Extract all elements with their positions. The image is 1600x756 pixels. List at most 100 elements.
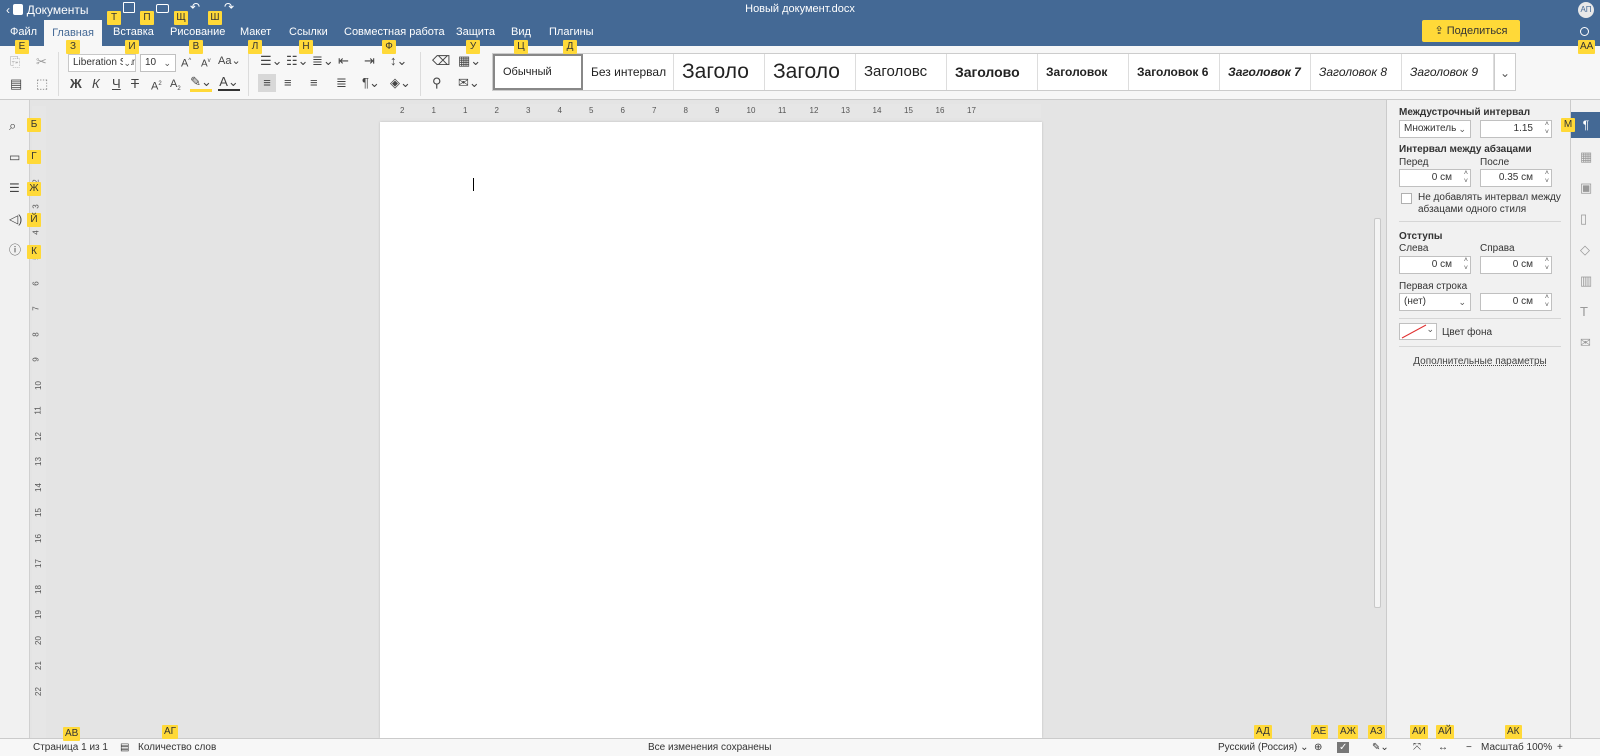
textart-settings-icon[interactable]: T xyxy=(1580,303,1588,321)
right-indent-input[interactable]: 0 см ˄ ˅ xyxy=(1480,256,1552,274)
share-button[interactable]: ⇪ Поделиться xyxy=(1422,20,1520,42)
spinner-icon[interactable]: ˄ ˅ xyxy=(1545,121,1549,137)
shape-settings-icon[interactable]: ◇ xyxy=(1580,241,1590,259)
spellcheck-icon[interactable]: ✓ xyxy=(1337,742,1350,753)
numbered-list-icon[interactable]: ☷⌄ xyxy=(286,52,309,70)
font-name-select[interactable]: Liberation Sans ⌄ xyxy=(68,54,136,72)
style-heading-7[interactable]: Заголовок 7 xyxy=(1220,54,1311,90)
spacing-after-input[interactable]: 0.35 см ˄ ˅ xyxy=(1480,169,1552,187)
info-icon[interactable]: ⓘ xyxy=(9,241,21,259)
menu-tab-collaboration[interactable]: Совместная работа xyxy=(344,26,445,38)
background-color-picker[interactable]: ⌄ xyxy=(1399,323,1437,340)
nonprinting-chars-icon[interactable]: ¶⌄ xyxy=(362,74,380,92)
spacing-before-input[interactable]: 0 см ˄ ˅ xyxy=(1399,169,1471,187)
document-page[interactable] xyxy=(380,122,1042,738)
line-spacing-input[interactable]: 1.15 ˄ ˅ xyxy=(1480,120,1552,138)
style-heading-5[interactable]: Заголовок xyxy=(1038,54,1129,90)
image-settings-icon[interactable]: ▣ xyxy=(1580,179,1592,197)
style-heading-4[interactable]: Заголово xyxy=(947,54,1038,90)
text-language[interactable]: Русский (Россия) ⌄ xyxy=(1218,742,1309,753)
fit-page-icon[interactable]: ⤧ xyxy=(1413,742,1421,753)
copy-icon[interactable]: ⎘ xyxy=(10,53,20,71)
style-normal[interactable]: Обычный xyxy=(493,54,583,90)
page-count[interactable]: Страница 1 из 1 xyxy=(33,742,108,753)
advanced-settings-link[interactable]: Дополнительные параметры xyxy=(1399,356,1561,367)
left-indent-input[interactable]: 0 см ˄ ˅ xyxy=(1399,256,1471,274)
document-language-icon[interactable]: ⊕ xyxy=(1314,742,1322,753)
style-heading-9[interactable]: Заголовок 9 xyxy=(1402,54,1494,90)
user-avatar[interactable]: АП xyxy=(1578,2,1594,18)
first-line-input[interactable]: 0 см ˄ ˅ xyxy=(1480,293,1552,311)
word-count[interactable]: Количество слов xyxy=(138,742,216,753)
align-justify-icon[interactable]: ≣ xyxy=(336,74,347,92)
increase-font-icon[interactable]: A^ xyxy=(181,52,191,73)
quick-print-icon[interactable] xyxy=(156,4,169,13)
speech-icon[interactable]: ◁) xyxy=(9,210,22,228)
align-left-icon[interactable]: ≡ xyxy=(258,74,276,92)
back-to-documents-button[interactable]: ‹ Документы xyxy=(6,3,89,17)
font-size-select[interactable]: 10 ⌄ xyxy=(140,54,176,72)
highlight-icon[interactable]: ✎⌄ xyxy=(190,75,212,92)
bullet-list-icon[interactable]: ☰⌄ xyxy=(260,52,283,70)
line-spacing-icon[interactable]: ↕⌄ xyxy=(390,52,407,70)
style-heading-1[interactable]: Заголо xyxy=(674,54,765,90)
strikethrough-icon[interactable]: Т xyxy=(131,75,139,93)
menu-tab-layout[interactable]: Макет xyxy=(240,26,271,38)
menu-tab-insert[interactable]: Вставка xyxy=(113,26,154,38)
chart-settings-icon[interactable]: ▥ xyxy=(1580,272,1592,290)
multilevel-list-icon[interactable]: ≣⌄ xyxy=(312,52,334,70)
navigation-icon[interactable]: ☰ xyxy=(9,179,20,197)
horizontal-ruler[interactable]: 2 1 1 2 3 4 5 6 7 8 9 10 11 12 13 14 15 16 17 xyxy=(380,104,1041,118)
no-space-checkbox[interactable] xyxy=(1401,193,1412,204)
menu-tab-protection[interactable]: Защита xyxy=(456,26,495,38)
line-spacing-mode-select[interactable]: Множитель ⌄ xyxy=(1399,120,1471,138)
menu-tab-references[interactable]: Ссылки xyxy=(289,26,328,38)
table-settings-icon[interactable]: ▦ xyxy=(1580,148,1592,166)
increase-indent-icon[interactable]: ⇥ xyxy=(364,52,375,70)
spinner-icon[interactable]: ˄ ˅ xyxy=(1545,257,1549,273)
copy-style-icon[interactable]: ⚲ xyxy=(432,74,442,92)
search-icon[interactable]: ⌕ xyxy=(9,117,16,135)
italic-icon[interactable]: К xyxy=(92,75,100,93)
style-heading-2[interactable]: Заголо xyxy=(765,54,856,90)
vertical-ruler[interactable]: 12345678910111213141516171819202122 xyxy=(32,106,46,738)
menu-tab-plugins[interactable]: Плагины xyxy=(549,26,594,38)
underline-icon[interactable]: Ч xyxy=(112,75,121,93)
spinner-icon[interactable]: ˄ ˅ xyxy=(1464,170,1468,186)
mail-merge-settings-icon[interactable]: ✉ xyxy=(1580,334,1591,352)
menu-tab-draw[interactable]: Рисование xyxy=(170,26,225,38)
paragraph-settings-tab[interactable]: ¶ xyxy=(1571,112,1600,138)
select-all-icon[interactable]: ⬚ xyxy=(36,75,48,93)
clear-style-icon[interactable]: ⌫ xyxy=(432,52,450,70)
first-line-mode-select[interactable]: (нет) ⌄ xyxy=(1399,293,1471,311)
style-no-spacing[interactable]: Без интервал xyxy=(583,54,674,90)
change-case-icon[interactable]: Aa⌄ xyxy=(218,52,241,70)
header-footer-icon[interactable]: ▯ xyxy=(1580,210,1587,228)
spinner-icon[interactable]: ˄ ˅ xyxy=(1464,257,1468,273)
search-icon[interactable] xyxy=(1580,27,1589,36)
zoom-out-icon[interactable]: − xyxy=(1466,742,1472,753)
spinner-icon[interactable]: ˄ ˅ xyxy=(1545,294,1549,310)
font-color-icon[interactable]: A⌄ xyxy=(218,75,240,91)
style-heading-8[interactable]: Заголовок 8 xyxy=(1311,54,1402,90)
decrease-font-icon[interactable]: Av xyxy=(201,52,211,73)
shading-icon[interactable]: ◈⌄ xyxy=(390,74,411,92)
vertical-scrollbar[interactable] xyxy=(1374,218,1381,608)
paste-icon[interactable]: ▤ xyxy=(10,75,22,93)
track-changes-icon[interactable]: ✎⌄ xyxy=(1372,742,1389,753)
comments-icon[interactable]: ▭ xyxy=(9,148,20,166)
zoom-in-icon[interactable]: + xyxy=(1557,742,1563,753)
mail-merge-icon[interactable]: ✉⌄ xyxy=(458,74,480,92)
align-right-icon[interactable]: ≡ xyxy=(310,74,318,92)
align-center-icon[interactable]: ≡ xyxy=(284,74,292,92)
menu-tab-file[interactable]: Файл xyxy=(10,26,37,38)
color-scheme-icon[interactable]: ▦⌄ xyxy=(458,52,481,70)
superscript-icon[interactable]: A2 xyxy=(151,75,162,96)
style-heading-3[interactable]: Заголовс xyxy=(856,54,947,90)
style-gallery-expand-button[interactable]: ⌄ xyxy=(1494,53,1516,91)
fit-width-icon[interactable]: ↔ xyxy=(1438,742,1448,753)
subscript-icon[interactable]: A2 xyxy=(170,75,181,98)
bold-icon[interactable]: Ж xyxy=(70,75,82,93)
cut-icon[interactable]: ✂ xyxy=(36,53,47,71)
menu-tab-view[interactable]: Вид xyxy=(511,26,531,38)
